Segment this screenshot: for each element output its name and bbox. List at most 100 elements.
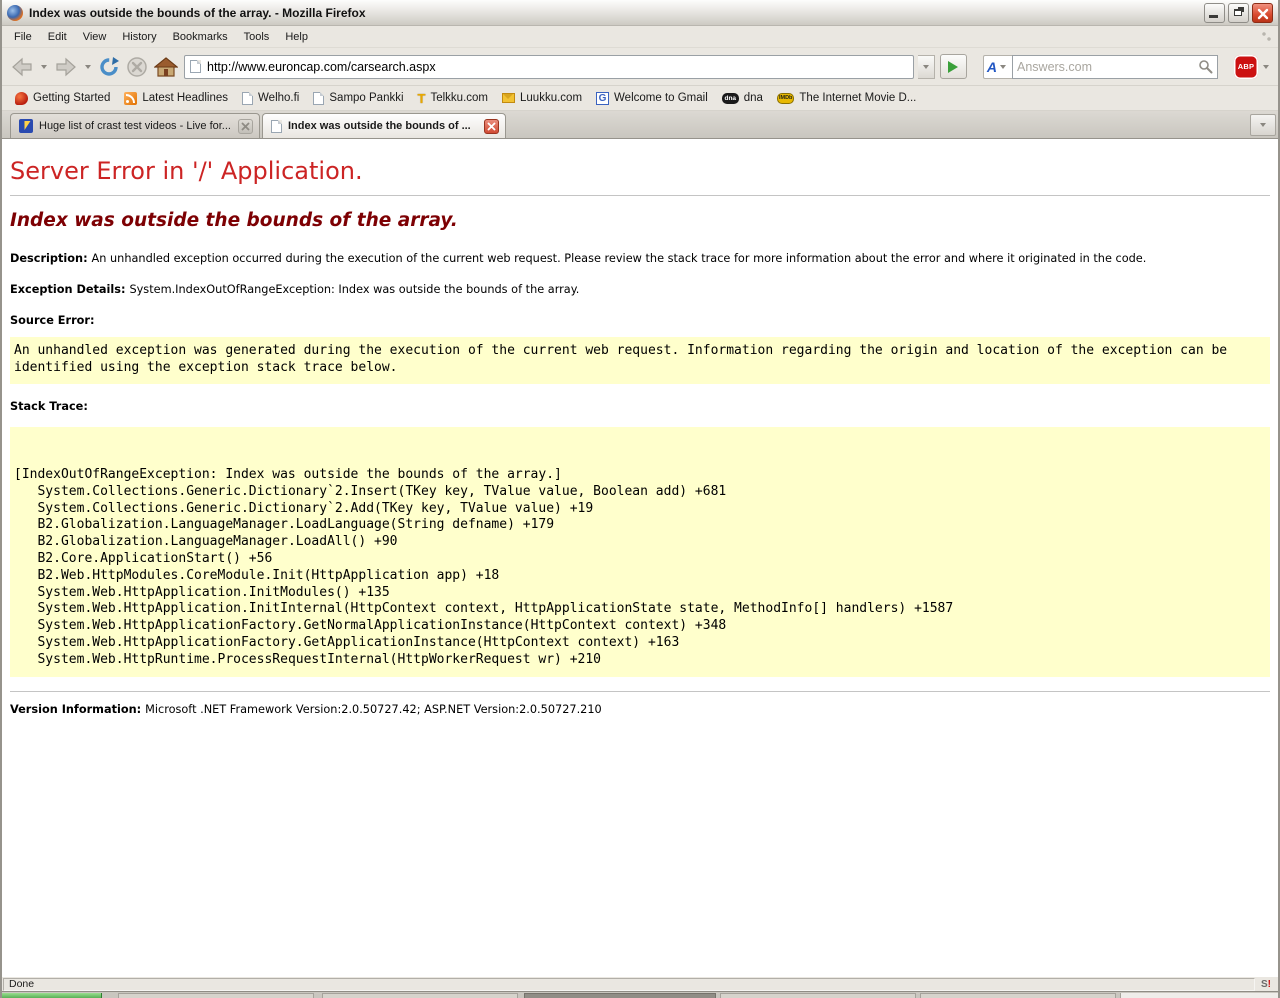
minimize-button[interactable] <box>1204 2 1225 23</box>
divider <box>10 195 1270 196</box>
menu-view[interactable]: View <box>75 28 115 46</box>
window-title: Index was outside the bounds of the arra… <box>29 5 366 20</box>
reload-button[interactable] <box>96 52 122 82</box>
close-icon <box>487 122 496 130</box>
stop-icon <box>127 56 147 77</box>
error-page-title: Server Error in '/' Application. <box>10 157 363 185</box>
description-label: Description: <box>10 252 92 265</box>
bookmark-label: Telkku.com <box>430 92 489 104</box>
title-bar: Index was outside the bounds of the arra… <box>2 0 1278 26</box>
tab-server-error[interactable]: Index was outside the bounds of ... <box>262 113 506 138</box>
page-favicon <box>271 119 282 133</box>
page-content: Server Error in '/' Application. Index w… <box>2 139 1278 976</box>
forward-arrow-icon <box>56 57 76 76</box>
bookmark-label: Latest Headlines <box>142 92 229 104</box>
url-bar[interactable]: http://www.euroncap.com/carsearch.aspx <box>184 54 914 79</box>
menu-help[interactable]: Help <box>277 28 316 46</box>
navigation-toolbar: http://www.euroncap.com/carsearch.aspx A… <box>2 48 1278 86</box>
firefox-bookmark-icon <box>15 91 28 105</box>
bookmark-label: Sampo Pankki <box>329 92 404 104</box>
rss-icon <box>124 91 138 105</box>
throbber-icon <box>1260 29 1274 44</box>
back-arrow-icon <box>12 57 32 76</box>
close-icon <box>1257 8 1269 19</box>
status-extension-icon[interactable]: S! <box>1256 978 1276 991</box>
start-button[interactable] <box>2 993 102 998</box>
source-error-box: An unhandled exception was generated dur… <box>10 336 1270 385</box>
description-paragraph: Description: An unhandled exception occu… <box>10 251 1270 267</box>
tab-close-button[interactable] <box>238 118 253 134</box>
taskbar-button[interactable] <box>118 993 314 998</box>
menu-file[interactable]: File <box>6 28 40 46</box>
taskbar-button[interactable] <box>322 993 518 998</box>
bookmark-sampo-pankki[interactable]: Sampo Pankki <box>308 90 408 107</box>
windows-taskbar <box>2 991 1278 998</box>
page-icon <box>313 91 325 105</box>
bookmark-getting-started[interactable]: Getting Started <box>10 90 115 107</box>
menu-tools[interactable]: Tools <box>236 28 278 46</box>
bookmark-telkku[interactable]: T Telkku.com <box>413 89 493 108</box>
bookmark-welho[interactable]: Welho.fi <box>237 90 304 107</box>
dna-icon: dna <box>721 92 739 104</box>
bookmark-label: Getting Started <box>33 92 111 104</box>
back-button[interactable] <box>8 52 36 82</box>
status-text: Done <box>9 978 35 990</box>
divider <box>10 690 1270 692</box>
taskbar-button-active[interactable] <box>524 993 716 998</box>
version-info-paragraph: Version Information: Microsoft .NET Fram… <box>10 702 1270 718</box>
taskbar-button[interactable] <box>720 993 916 998</box>
forward-button[interactable] <box>52 52 80 82</box>
chevron-down-icon <box>1260 123 1266 127</box>
bookmark-luukku[interactable]: Luukku.com <box>497 90 587 106</box>
restore-icon <box>1234 8 1242 16</box>
search-input[interactable]: Answers.com <box>1012 54 1218 79</box>
search-bar: A Answers.com <box>982 54 1218 79</box>
chevron-down-icon <box>922 64 929 69</box>
chevron-down-icon <box>1000 64 1006 69</box>
firefox-window: Index was outside the bounds of the arra… <box>0 0 1280 998</box>
adblock-plus-label: ABP <box>1237 62 1255 71</box>
adblock-dropdown-icon[interactable] <box>1263 64 1269 69</box>
menu-edit[interactable]: Edit <box>40 28 75 46</box>
forward-dropdown-icon[interactable] <box>85 64 91 69</box>
menu-bar: File Edit View History Bookmarks Tools H… <box>2 26 1278 48</box>
bookmark-label: dna <box>743 92 763 104</box>
gmail-icon: G <box>596 91 610 105</box>
search-engine-button[interactable]: A <box>982 54 1012 79</box>
version-info-text: Microsoft .NET Framework Version:2.0.507… <box>145 702 602 716</box>
list-all-tabs-button[interactable] <box>1250 114 1276 136</box>
tab-label: Huge list of crast test videos - Live fo… <box>39 120 231 132</box>
go-button[interactable] <box>939 54 967 79</box>
url-text[interactable]: http://www.euroncap.com/carsearch.aspx <box>207 60 436 74</box>
go-icon <box>948 60 959 73</box>
bookmark-label: The Internet Movie D... <box>799 92 917 104</box>
restore-button[interactable] <box>1228 2 1249 23</box>
url-history-dropdown[interactable] <box>917 54 935 79</box>
source-error-label: Source Error: <box>10 313 95 327</box>
home-button[interactable] <box>152 52 180 82</box>
bookmark-gmail[interactable]: G Welcome to Gmail <box>591 90 713 107</box>
description-text: An unhandled exception occurred during t… <box>91 252 1147 265</box>
close-button[interactable] <box>1252 2 1273 23</box>
menu-history[interactable]: History <box>114 28 164 46</box>
stop-button[interactable] <box>124 52 150 82</box>
bookmark-imdb[interactable]: IMDb The Internet Movie D... <box>772 90 921 106</box>
tab-crash-test-videos[interactable]: Huge list of crast test videos - Live fo… <box>10 113 260 138</box>
bookmarks-toolbar: Getting Started Latest Headlines Welho.f… <box>2 86 1278 111</box>
telkku-icon: T <box>417 90 426 106</box>
bookmark-label: Welcome to Gmail <box>614 92 708 104</box>
version-info-label: Version Information: <box>10 702 146 716</box>
system-tray <box>1120 993 1278 998</box>
bookmark-dna[interactable]: dna dna <box>717 90 768 106</box>
stack-trace-box: [IndexOutOfRangeException: Index was out… <box>10 427 1270 677</box>
adblock-plus-button[interactable]: ABP <box>1234 54 1258 79</box>
tab-close-button[interactable] <box>484 118 499 134</box>
status-bar: Done S! <box>2 976 1278 991</box>
bookmark-label: Welho.fi <box>258 92 300 104</box>
menu-bookmarks[interactable]: Bookmarks <box>165 28 236 46</box>
back-dropdown-icon[interactable] <box>41 64 47 69</box>
error-message-heading: Index was outside the bounds of the arra… <box>10 210 458 231</box>
search-icon[interactable] <box>1198 59 1213 74</box>
taskbar-button[interactable] <box>920 993 1116 998</box>
bookmark-latest-headlines[interactable]: Latest Headlines <box>119 90 233 107</box>
